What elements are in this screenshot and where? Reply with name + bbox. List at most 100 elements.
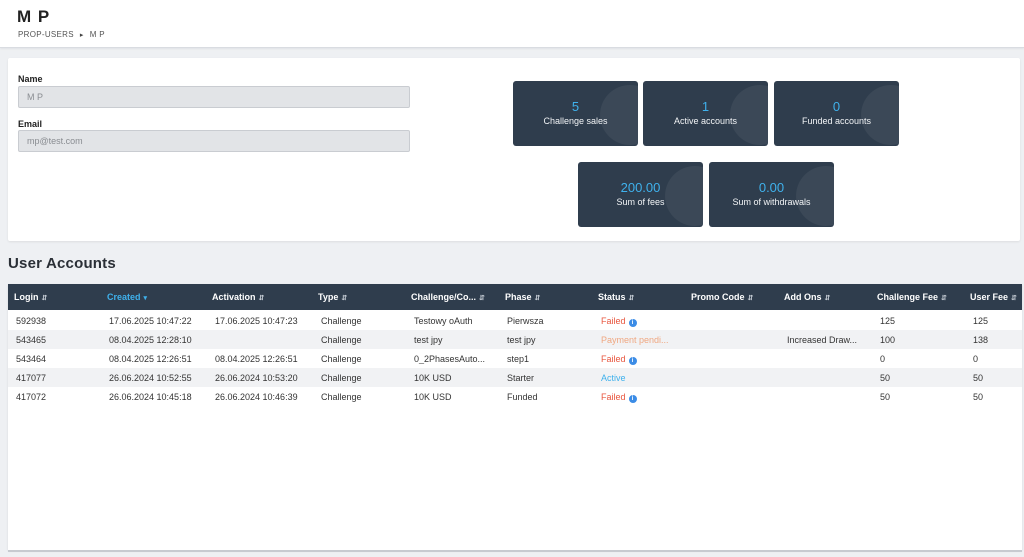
decorative-circle: [861, 85, 899, 145]
decorative-circle: [600, 85, 638, 145]
horizontal-scrollbar[interactable]: [8, 550, 1022, 552]
cell-challenge-fee: 50: [880, 392, 891, 402]
decorative-circle: [730, 85, 768, 145]
stat-label: Sum of fees: [616, 197, 665, 207]
cell-login: 592938: [16, 316, 47, 326]
cell-challenge: Testowy oAuth: [414, 316, 473, 326]
stat-value: 1: [701, 99, 710, 114]
column-header-promo-code[interactable]: Promo Code ⇵: [691, 292, 753, 302]
stat-value: 5: [571, 99, 580, 114]
cell-user-fee: 125: [973, 316, 989, 326]
cell-user-fee: 138: [973, 335, 989, 345]
cell-activation: 08.04.2025 12:26:51: [215, 354, 298, 364]
table-row[interactable]: 417072 26.06.2024 10:45:18 26.06.2024 10:4…: [8, 387, 1022, 406]
column-header-phase[interactable]: Phase ⇵: [505, 292, 540, 302]
name-label: Name: [18, 74, 43, 84]
column-header-login[interactable]: Login ⇵: [14, 292, 47, 302]
cell-phase: Pierwsza: [507, 316, 544, 326]
cell-challenge-fee: 50: [880, 373, 891, 383]
cell-status: Failed i: [601, 392, 637, 403]
status-text: Failed: [601, 354, 626, 364]
sort-icon: ⇵: [534, 295, 541, 302]
cell-status: Failed i: [601, 316, 637, 327]
stat-label: Sum of withdrawals: [732, 197, 811, 207]
cell-challenge-fee: 125: [880, 316, 896, 326]
status-text: Failed: [601, 316, 626, 326]
status-text: Payment pendi...: [601, 335, 669, 345]
cell-type: Challenge: [321, 354, 362, 364]
status-text: Active: [601, 373, 626, 383]
stat-sum-of-fees: 200.00 Sum of fees: [578, 162, 703, 227]
stat-label: Challenge sales: [543, 116, 608, 126]
stat-value: 200.00: [620, 180, 661, 195]
sort-icon: ⇵: [479, 295, 485, 302]
cell-phase: Starter: [507, 373, 535, 383]
column-header-user-fee[interactable]: User Fee ⇵: [970, 292, 1017, 302]
info-icon[interactable]: i: [628, 319, 637, 327]
chevron-right-icon: ▸: [79, 31, 84, 39]
cell-activation: 26.06.2024 10:53:20: [215, 373, 298, 383]
stat-label: Funded accounts: [801, 116, 872, 126]
cell-created: 08.04.2025 12:28:10: [109, 335, 192, 345]
stat-label: Active accounts: [673, 116, 738, 126]
cell-status: Active: [601, 373, 626, 383]
cell-addons: Increased Draw...: [787, 335, 858, 345]
cell-login: 417072: [16, 392, 47, 402]
sort-icon: ⇵: [41, 295, 48, 302]
user-accounts-table: Login ⇵ Created ▾ Activation ⇵ Type ⇵ Challe…: [8, 284, 1022, 550]
breadcrumb-current: M P: [89, 30, 105, 39]
page-title: M P: [17, 7, 51, 26]
column-header-activation[interactable]: Activation ⇵: [212, 292, 264, 302]
sort-icon: ⇵: [341, 295, 348, 302]
column-header-challenge-fee[interactable]: Challenge Fee ⇵: [877, 292, 947, 302]
cell-challenge: 10K USD: [414, 392, 452, 402]
cell-challenge-fee: 0: [880, 354, 886, 364]
decorative-circle: [796, 166, 834, 226]
decorative-circle: [665, 166, 703, 226]
stat-challenge-sales: 5 Challenge sales: [513, 81, 638, 146]
cell-challenge-fee: 100: [880, 335, 896, 345]
sort-icon: ⇵: [258, 295, 265, 302]
table-row[interactable]: 543464 08.04.2025 12:26:51 08.04.2025 12:2…: [8, 349, 1022, 368]
column-header-type[interactable]: Type ⇵: [318, 292, 347, 302]
cell-user-fee: 50: [973, 373, 984, 383]
cell-user-fee: 50: [973, 392, 984, 402]
sort-icon: ⇵: [824, 295, 831, 302]
sort-desc-icon: ▾: [143, 295, 148, 302]
info-icon[interactable]: i: [628, 357, 637, 365]
email-field[interactable]: [18, 130, 410, 152]
cell-phase: Funded: [507, 392, 538, 402]
stat-active-accounts: 1 Active accounts: [643, 81, 768, 146]
table-header: Login ⇵ Created ▾ Activation ⇵ Type ⇵ Challe…: [8, 284, 1022, 310]
stat-value: 0.00: [758, 180, 785, 195]
column-header-challenge[interactable]: Challenge/Co... ⇵: [411, 292, 485, 302]
user-profile-card: Name Email 5 Challenge sales 1 Active ac…: [8, 58, 1020, 241]
breadcrumb: PROP-USERS ▸ M P: [18, 30, 105, 39]
cell-status: Failed i: [601, 354, 637, 365]
breadcrumb-prop-users[interactable]: PROP-USERS: [18, 30, 74, 39]
cell-user-fee: 0: [973, 354, 979, 364]
cell-login: 543464: [16, 354, 47, 364]
column-header-created[interactable]: Created ▾: [107, 292, 147, 302]
name-field[interactable]: [18, 86, 410, 108]
column-header-status[interactable]: Status ⇵: [598, 292, 634, 302]
cell-type: Challenge: [321, 316, 362, 326]
cell-type: Challenge: [321, 373, 362, 383]
email-label: Email: [18, 119, 43, 129]
info-icon[interactable]: i: [628, 395, 637, 403]
sort-icon: ⇵: [941, 295, 947, 302]
table-row[interactable]: 592938 17.06.2025 10:47:22 17.06.2025 10:4…: [8, 311, 1022, 330]
table-row[interactable]: 417077 26.06.2024 10:52:55 26.06.2024 10:5…: [8, 368, 1022, 387]
stat-funded-accounts: 0 Funded accounts: [774, 81, 899, 146]
cell-activation: 26.06.2024 10:46:39: [215, 392, 298, 402]
cell-created: 26.06.2024 10:52:55: [109, 373, 192, 383]
stat-sum-of-withdrawals: 0.00 Sum of withdrawals: [709, 162, 834, 227]
cell-challenge: 0_2PhasesAuto...: [414, 354, 486, 364]
cell-type: Challenge: [321, 335, 362, 345]
cell-phase: step1: [507, 354, 530, 364]
column-header-add-ons[interactable]: Add Ons ⇵: [784, 292, 830, 302]
table-row[interactable]: 543465 08.04.2025 12:28:10 Challenge test j…: [8, 330, 1022, 349]
cell-status: Payment pendi...: [601, 335, 669, 345]
cell-login: 417077: [16, 373, 47, 383]
cell-created: 26.06.2024 10:45:18: [109, 392, 192, 402]
